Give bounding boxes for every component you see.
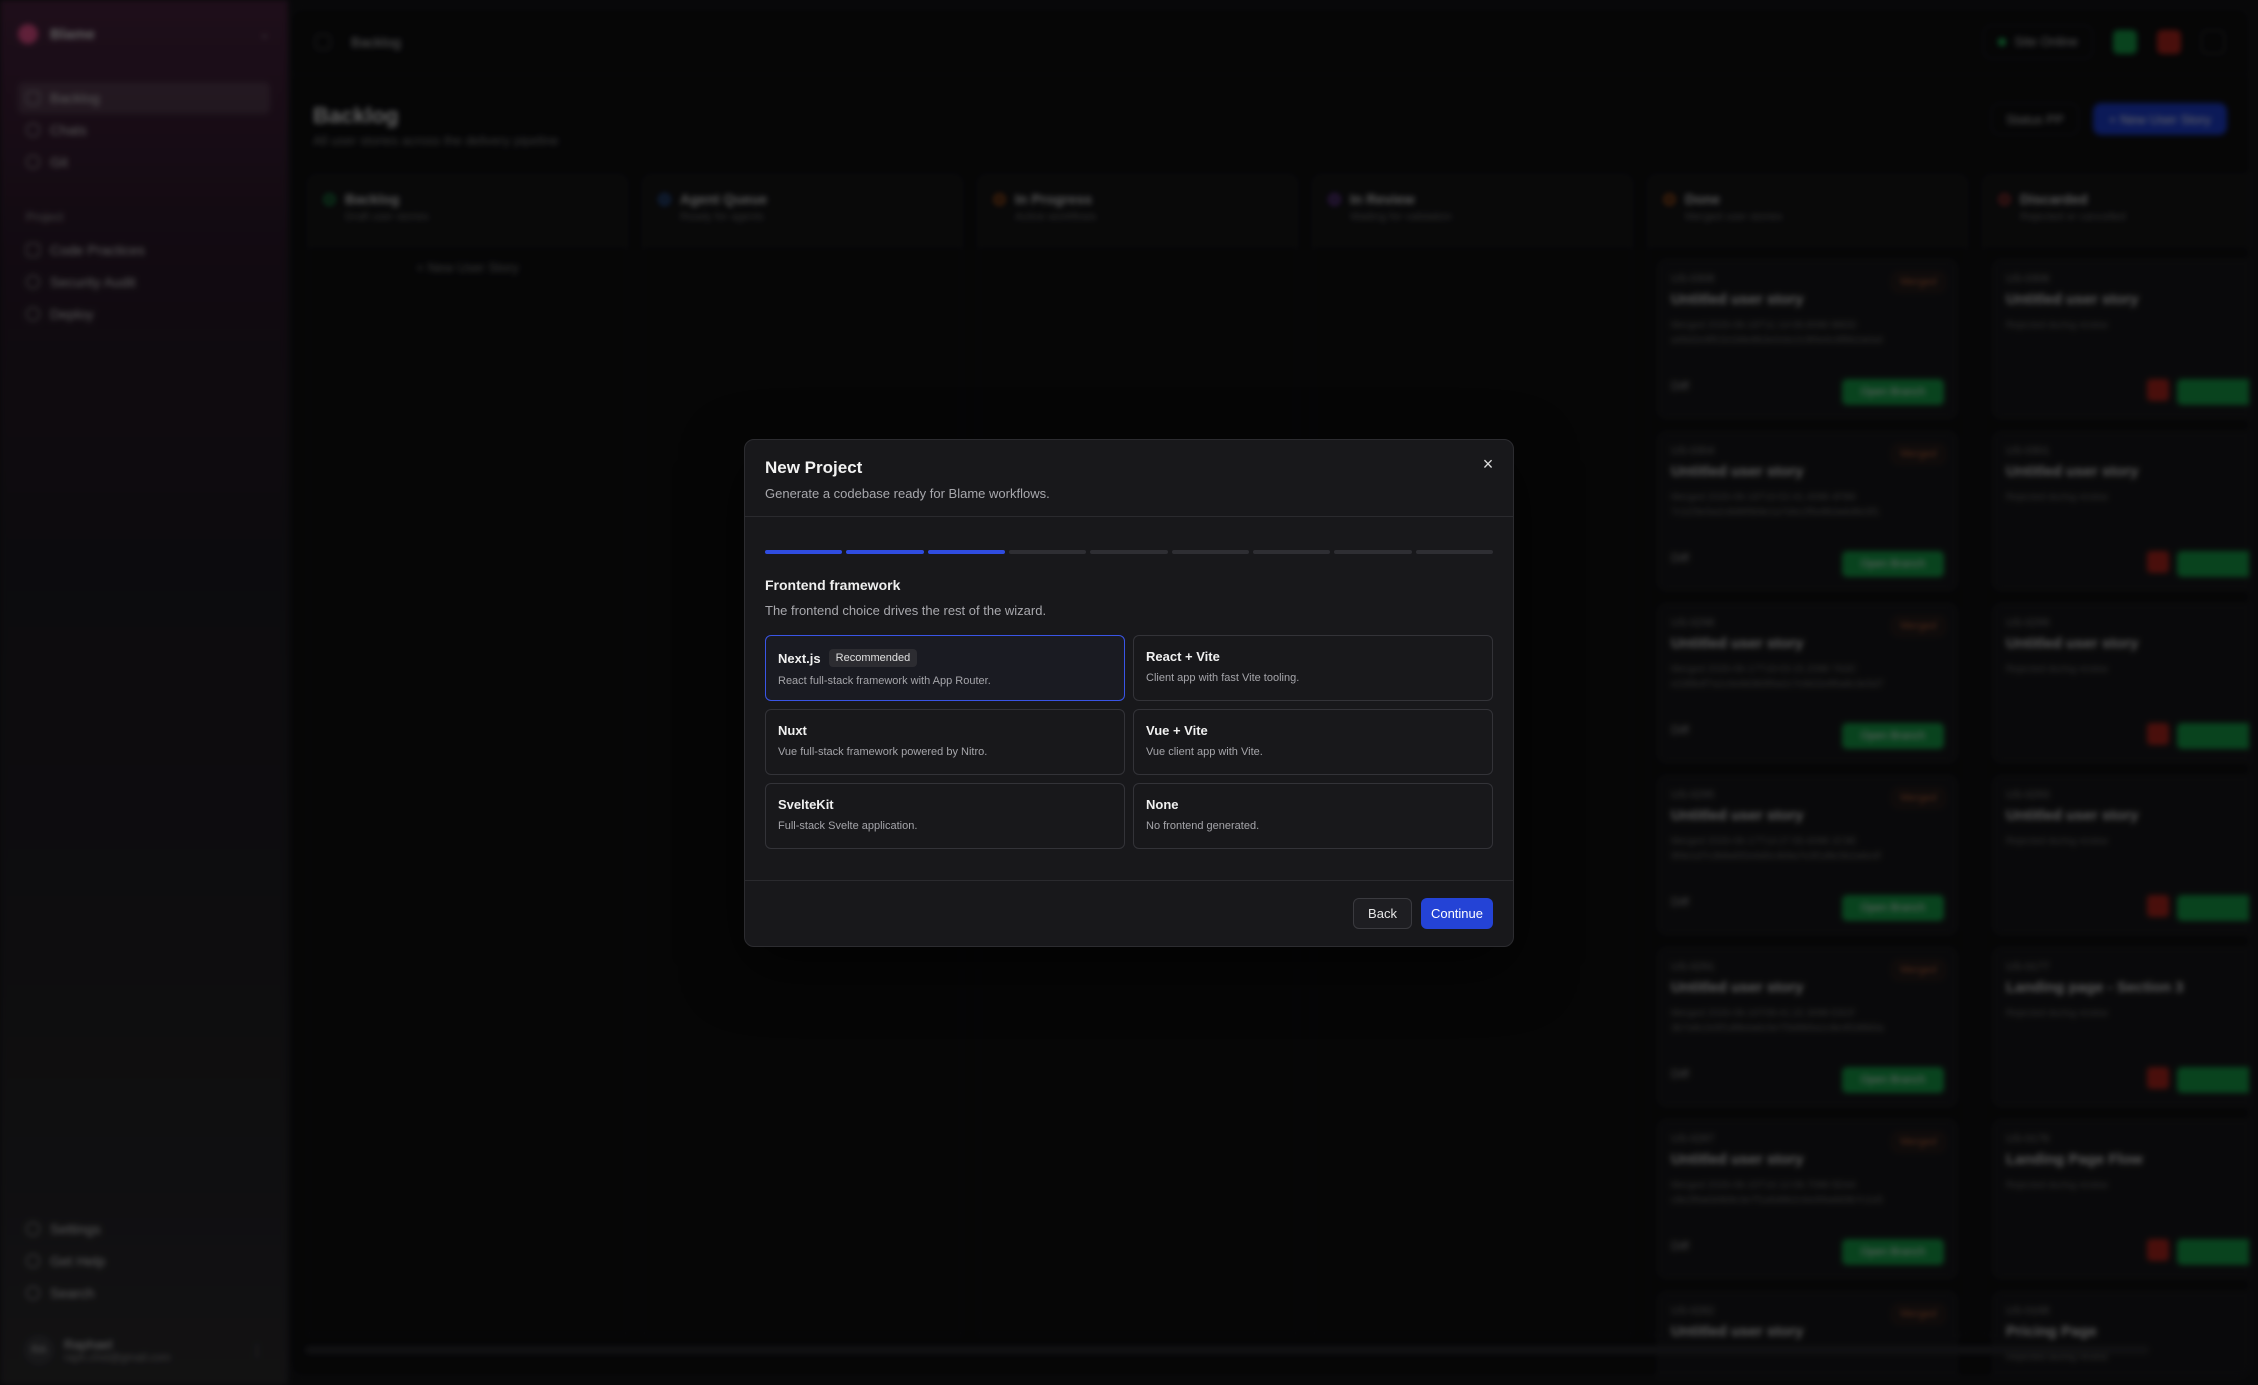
option-header: React + Vite — [1146, 649, 1480, 664]
framework-option[interactable]: Nuxt Vue full-stack framework powered by … — [765, 709, 1125, 775]
progress-step — [846, 550, 924, 554]
option-name: React + Vite — [1146, 649, 1220, 664]
framework-option[interactable]: Vue + Vite Vue client app with Vite. — [1133, 709, 1493, 775]
option-header: SvelteKit — [778, 797, 1112, 812]
option-header: Nuxt — [778, 723, 1112, 738]
back-button[interactable]: Back — [1353, 898, 1412, 929]
framework-option[interactable]: None No frontend generated. — [1133, 783, 1493, 849]
option-header: Next.js Recommended — [778, 649, 1112, 667]
option-description: Full-stack Svelte application. — [778, 820, 918, 832]
option-description: Vue client app with Vite. — [1146, 746, 1263, 758]
progress-step — [927, 550, 1005, 554]
framework-options: Next.js Recommended React full-stack frame… — [745, 635, 1513, 849]
option-name: SvelteKit — [778, 797, 834, 812]
option-description: No frontend generated. — [1146, 820, 1260, 832]
progress-step — [1415, 550, 1493, 554]
progress-step — [1252, 550, 1331, 554]
option-header: None — [1146, 797, 1480, 812]
option-description: Client app with fast Vite tooling. — [1146, 672, 1300, 684]
progress-step — [1334, 550, 1412, 554]
recommended-badge: Recommended — [828, 649, 918, 667]
progress-step — [765, 550, 843, 554]
new-project-dialog: New Project Generate a codebase ready fo… — [744, 439, 1514, 947]
dialog-title: New Project — [765, 458, 863, 477]
section-title: Frontend framework — [765, 577, 901, 593]
option-name: Nuxt — [778, 723, 807, 738]
progress-step — [1008, 550, 1087, 554]
wizard-progress — [745, 550, 1513, 554]
progress-step — [1171, 550, 1249, 554]
dialog-description: Generate a codebase ready for Blame work… — [765, 486, 1050, 501]
option-name: Next.js — [778, 650, 821, 666]
framework-option[interactable]: SvelteKit Full-stack Svelte application. — [765, 783, 1125, 849]
option-name: Vue + Vite — [1146, 723, 1208, 738]
option-name: None — [1146, 797, 1179, 812]
close-icon[interactable]: × — [1477, 453, 1499, 475]
section-description: The frontend choice drives the rest of t… — [765, 603, 1047, 618]
dialog-header: New Project Generate a codebase ready fo… — [745, 440, 1513, 517]
framework-option[interactable]: Next.js Recommended React full-stack frame… — [765, 635, 1125, 701]
continue-button[interactable]: Continue — [1420, 898, 1493, 929]
dialog-footer: Back Continue — [745, 880, 1513, 946]
framework-option[interactable]: React + Vite Client app with fast Vite to… — [1133, 635, 1493, 701]
option-description: React full-stack framework with App Rout… — [778, 675, 991, 687]
option-header: Vue + Vite — [1146, 723, 1480, 738]
progress-step — [1090, 550, 1168, 554]
option-description: Vue full-stack framework powered by Nitr… — [778, 746, 988, 758]
